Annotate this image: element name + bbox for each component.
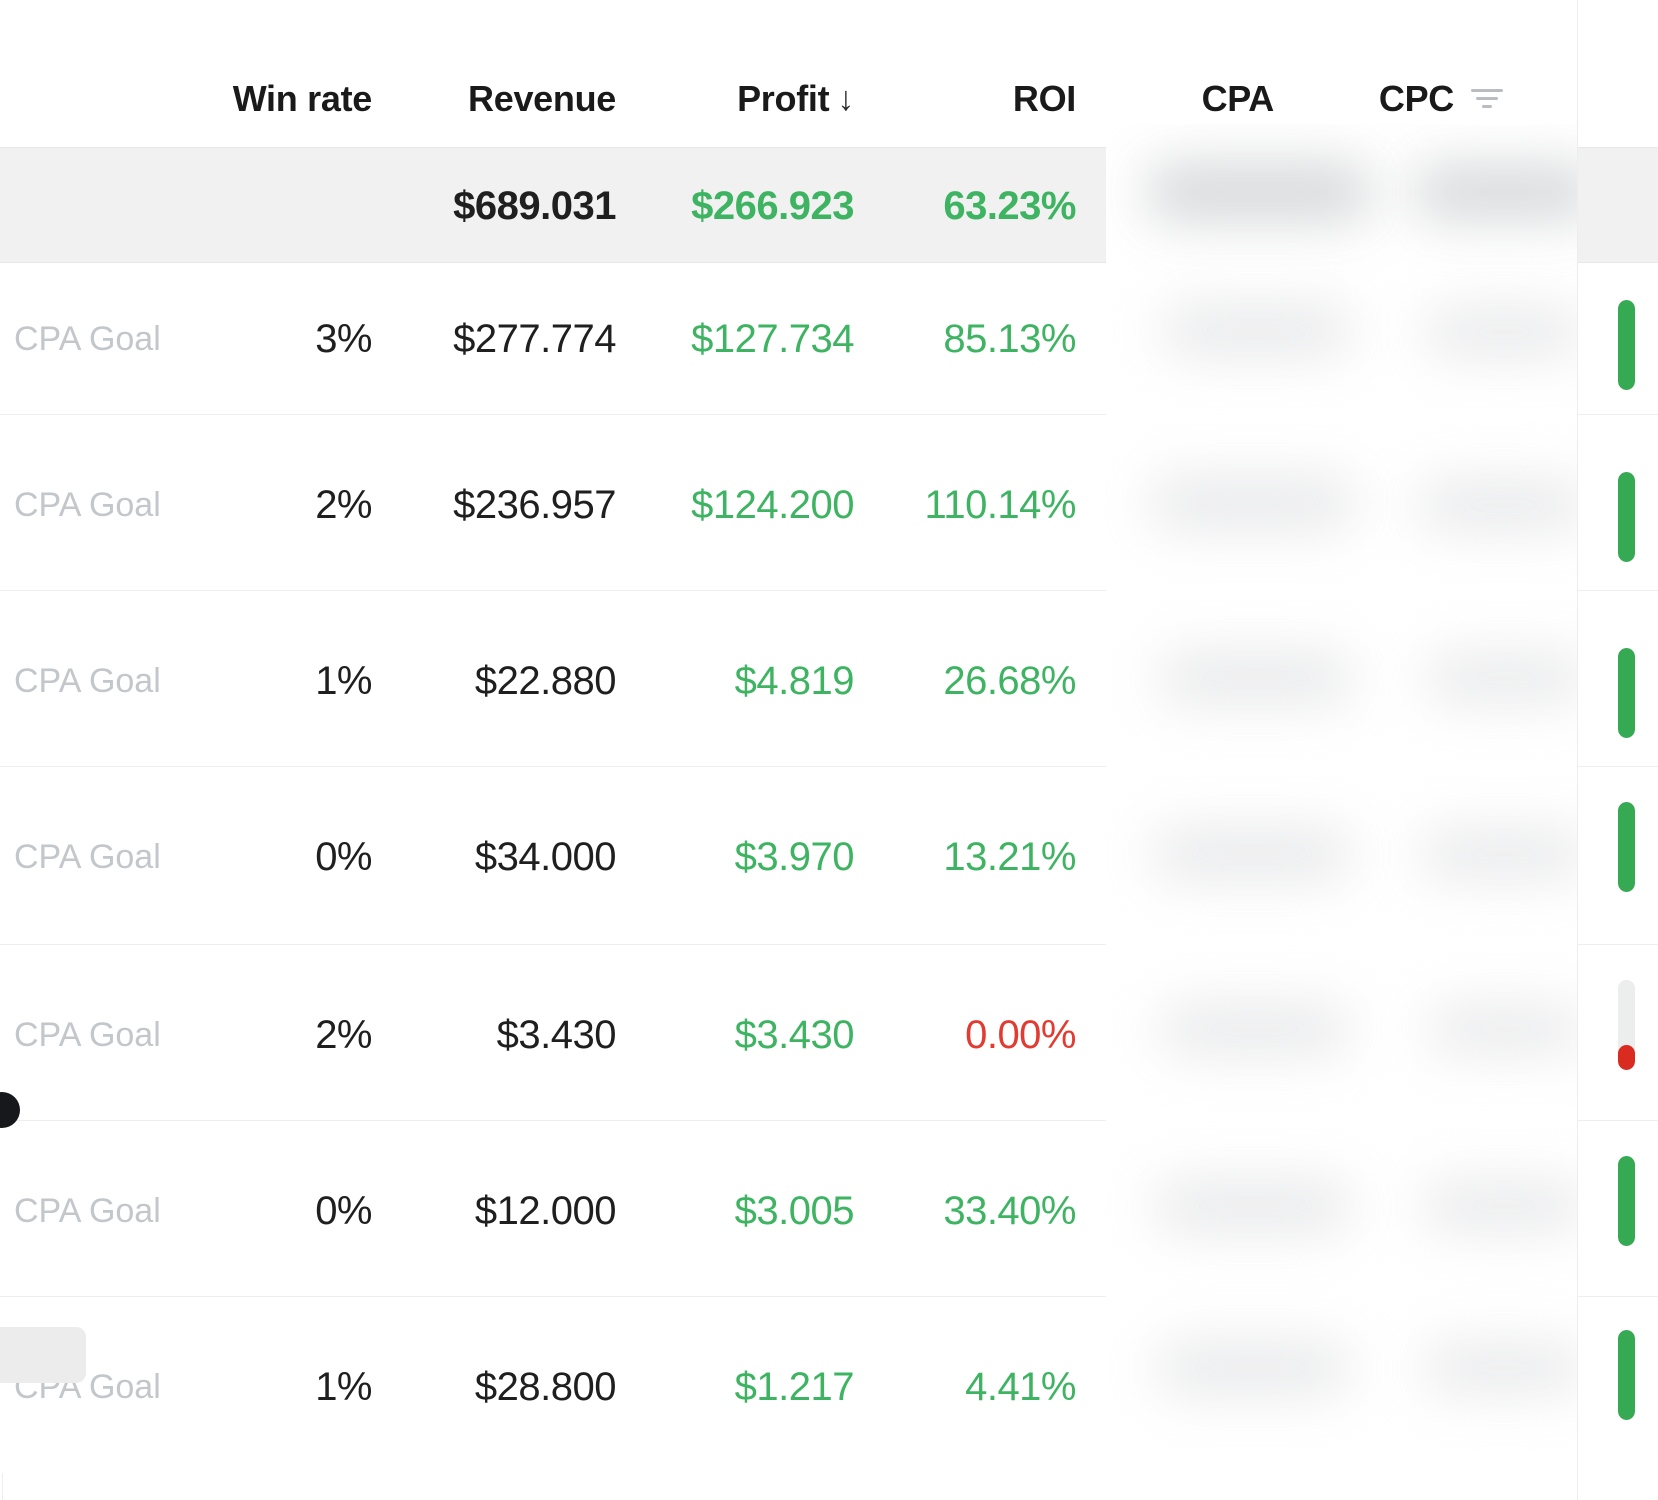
row-roi: 4.41% <box>965 1364 1076 1409</box>
row-revenue: $28.800 <box>474 1364 617 1409</box>
status-badge <box>1618 1330 1635 1420</box>
status-badge <box>1618 1156 1635 1246</box>
column-header-cpc[interactable]: CPC <box>1274 72 1504 126</box>
row-revenue: $12.000 <box>474 1188 617 1233</box>
row-roi: 85.13% <box>943 316 1076 361</box>
summary-roi: 63.23% <box>943 183 1076 228</box>
row-revenue: $277.774 <box>453 316 616 361</box>
row-win-rate: 1% <box>315 658 372 703</box>
column-header-cpa[interactable]: CPA <box>1076 72 1275 126</box>
column-header-cpa-label: CPA <box>1201 78 1275 119</box>
status-badge <box>1618 472 1635 562</box>
row-roi: 0.00% <box>965 1012 1076 1057</box>
column-header-win-rate-label: Win rate <box>232 78 373 119</box>
status-badge <box>1618 980 1635 1070</box>
column-header-revenue[interactable]: Revenue <box>372 72 616 126</box>
row-profit: $127.734 <box>691 316 854 361</box>
row-profit: $3.970 <box>734 834 855 879</box>
filter-icon[interactable] <box>1470 86 1504 112</box>
column-header-profit-label: Profit <box>737 78 830 119</box>
row-win-rate: 0% <box>315 834 372 879</box>
row-roi: 33.40% <box>943 1188 1076 1233</box>
clipped-chip <box>0 1327 86 1383</box>
overlay-right-border <box>1577 0 1578 1500</box>
row-roi: 26.68% <box>943 658 1076 703</box>
column-header-roi[interactable]: ROI <box>854 72 1076 126</box>
status-badge <box>1618 802 1635 892</box>
column-header-win-rate[interactable]: Win rate <box>86 72 373 126</box>
row-revenue: $236.957 <box>453 482 616 527</box>
row-win-rate: 1% <box>315 1364 372 1409</box>
arrow-down-icon: ↓ <box>837 80 854 118</box>
status-badge <box>1618 300 1635 390</box>
row-revenue: $22.880 <box>474 658 617 703</box>
row-profit: $1.217 <box>734 1364 855 1409</box>
row-win-rate: 2% <box>315 482 372 527</box>
row-profit: $3.005 <box>734 1188 855 1233</box>
row-profit: $4.819 <box>734 658 855 703</box>
column-header-profit[interactable]: Profit ↓ <box>616 72 854 126</box>
metrics-table: Win rate Revenue Profit ↓ ROI CPA CPC $6… <box>0 0 1658 1500</box>
summary-profit: $266.923 <box>691 183 854 228</box>
column-header-roi-label: ROI <box>1012 78 1076 119</box>
row-win-rate: 2% <box>315 1012 372 1057</box>
row-profit: $124.200 <box>691 482 854 527</box>
row-revenue: $34.000 <box>474 834 617 879</box>
summary-revenue: $689.031 <box>453 183 616 228</box>
row-profit: $3.430 <box>734 1012 855 1057</box>
row-win-rate: 3% <box>315 316 372 361</box>
row-roi: 110.14% <box>924 482 1077 527</box>
row-revenue: $3.430 <box>496 1012 617 1057</box>
column-header-revenue-label: Revenue <box>468 78 616 119</box>
row-roi: 13.21% <box>943 834 1076 879</box>
blurred-columns-overlay <box>1106 124 1578 1500</box>
column-header-cpc-label: CPC <box>1378 78 1454 119</box>
status-badge <box>1618 648 1635 738</box>
row-win-rate: 0% <box>315 1188 372 1233</box>
